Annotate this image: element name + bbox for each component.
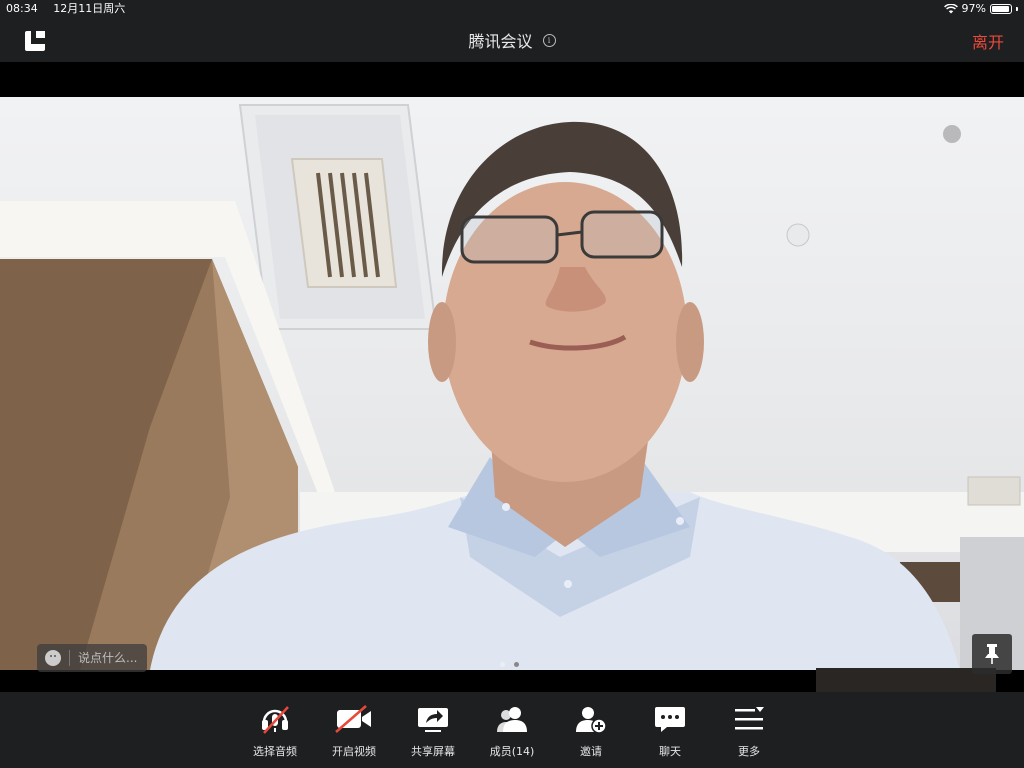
invite-label: 邀请	[580, 745, 602, 758]
pin-icon	[985, 644, 999, 664]
invite-icon	[576, 707, 607, 734]
more-button[interactable]: 更多	[710, 692, 789, 768]
headset-muted-icon	[262, 706, 289, 734]
page-dot-2[interactable]	[514, 662, 519, 667]
video-thumbnail-strip	[816, 668, 996, 692]
emoji-icon[interactable]	[45, 650, 61, 666]
page-dot-1[interactable]	[500, 662, 505, 667]
chat-icon	[655, 707, 685, 732]
info-icon[interactable]: i	[542, 33, 556, 47]
status-date: 12月11日周六	[53, 2, 126, 15]
invite-button[interactable]: 邀请	[552, 692, 631, 768]
start-video-label: 开启视频	[332, 745, 376, 758]
more-icon	[735, 707, 764, 730]
share-screen-button[interactable]: 共享屏幕	[394, 692, 473, 768]
share-screen-label: 共享屏幕	[411, 745, 455, 758]
more-label: 更多	[738, 745, 760, 758]
members-label: 成员(14)	[489, 745, 535, 758]
meeting-title: 腾讯会议	[468, 32, 533, 51]
pin-video-button[interactable]	[972, 634, 1012, 674]
chat-label: 聊天	[659, 745, 681, 758]
status-bar: 08:34 12月11日周六 97%	[0, 0, 1024, 18]
select-audio-label: 选择音频	[253, 745, 297, 758]
status-time: 08:34	[6, 2, 38, 15]
chat-input[interactable]: 说点什么...	[37, 644, 147, 672]
video-feed	[0, 97, 1024, 670]
camera-off-icon	[335, 705, 371, 733]
meeting-header: 腾讯会议 i 离开	[0, 18, 1024, 62]
page-indicator	[500, 662, 519, 667]
members-icon	[497, 707, 527, 732]
chat-placeholder: 说点什么...	[69, 650, 137, 666]
chat-button[interactable]: 聊天	[631, 692, 710, 768]
battery-icon	[990, 4, 1012, 14]
leave-button[interactable]: 离开	[972, 29, 1004, 53]
members-button[interactable]: 成员(14)	[473, 692, 552, 768]
start-video-button[interactable]: 开启视频	[315, 692, 394, 768]
share-screen-icon	[418, 708, 448, 732]
battery-percent: 97%	[961, 2, 986, 15]
select-audio-button[interactable]: 选择音频	[236, 692, 315, 768]
participant-video	[0, 104, 1024, 670]
meeting-toolbar: 选择音频 开启视频 共享屏幕 成员(14) 邀请 聊天 更多	[0, 692, 1024, 768]
wifi-icon	[943, 4, 958, 14]
